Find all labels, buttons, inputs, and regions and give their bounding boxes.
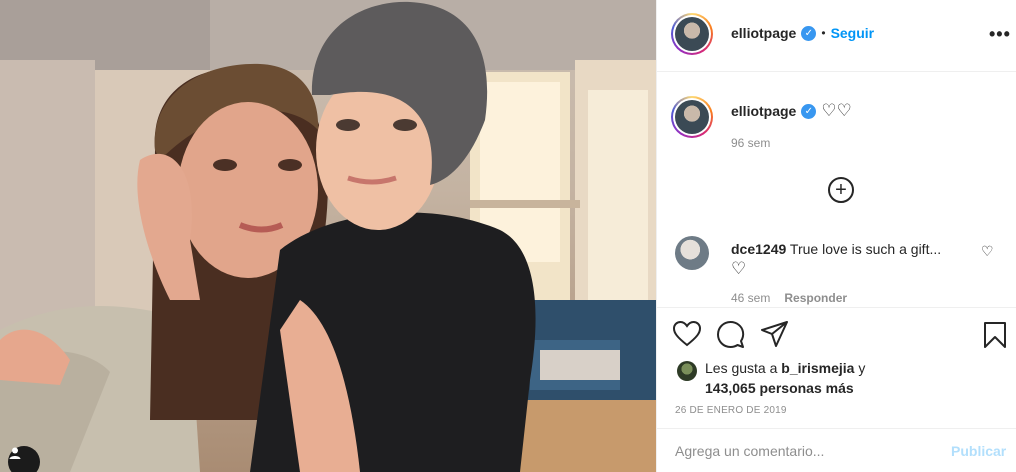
liker-username[interactable]: b_irismejia — [781, 360, 854, 376]
more-options-icon[interactable]: ••• — [989, 24, 1011, 45]
load-more-comments-button[interactable]: + — [828, 177, 854, 203]
author-avatar[interactable] — [671, 13, 713, 55]
bookmark-icon[interactable] — [983, 321, 1007, 349]
post-header: elliotpage ✓ • Seguir ••• — [657, 0, 1016, 72]
photo-illustration — [0, 0, 656, 472]
publish-button[interactable]: Publicar — [951, 443, 1006, 459]
verified-badge-icon: ✓ — [801, 25, 817, 41]
post-photo[interactable] — [0, 0, 656, 472]
post-actions: Les gusta a b_irismejia y 143,065 person… — [657, 307, 1016, 428]
comments-section: elliotpage ✓ ♡♡ 96 sem + dce1249 True lo… — [657, 73, 1016, 307]
post-details-panel: elliotpage ✓ • Seguir ••• elliotpage ✓ ♡… — [656, 0, 1016, 472]
caption-avatar[interactable] — [671, 96, 713, 138]
heart-icon[interactable] — [673, 321, 701, 347]
plus-icon: + — [835, 179, 847, 201]
likes-summary: Les gusta a b_irismejia y 143,065 person… — [705, 358, 865, 398]
follow-button[interactable]: Seguir — [831, 25, 875, 41]
comment-username[interactable]: dce1249 — [731, 241, 786, 257]
comment-input[interactable] — [675, 443, 925, 459]
caption-text: ♡♡ — [821, 101, 852, 120]
comment-reply-button[interactable]: Responder — [784, 291, 847, 305]
header-separator: • — [821, 26, 826, 40]
share-icon[interactable] — [761, 321, 789, 347]
comment-like-icon[interactable]: ♡ — [981, 243, 994, 260]
comment-age[interactable]: 46 sem — [731, 291, 770, 305]
caption-line: elliotpage ✓ ♡♡ — [731, 101, 852, 121]
comment-body: True love is such a gift... — [789, 241, 942, 257]
author-avatar-image — [675, 17, 709, 51]
verified-badge-icon: ✓ — [801, 103, 817, 119]
user-tag-icon — [9, 447, 21, 459]
comment-avatar[interactable] — [675, 236, 709, 270]
comment-composer: Publicar — [657, 428, 1016, 472]
likes-prefix: Les gusta a — [705, 360, 778, 376]
comment-icon[interactable] — [717, 321, 745, 349]
post-date[interactable]: 26 DE ENERO DE 2019 — [675, 405, 787, 416]
likes-count-link[interactable]: 143,065 personas más — [705, 380, 854, 396]
comment-item: dce1249 True love is such a gift... ♡ — [731, 239, 971, 279]
caption-username[interactable]: elliotpage — [731, 103, 796, 119]
header-user-line: elliotpage ✓ • Seguir — [731, 25, 874, 41]
likes-connector: y — [858, 360, 866, 376]
caption-age[interactable]: 96 sem — [731, 136, 770, 150]
author-username[interactable]: elliotpage — [731, 25, 796, 41]
comment-meta: 46 sem Responder — [731, 291, 847, 305]
caption-avatar-image — [675, 100, 709, 134]
user-tag-button[interactable] — [8, 446, 40, 472]
liker-avatar[interactable] — [677, 361, 697, 381]
comment-emoji: ♡ — [731, 259, 747, 278]
